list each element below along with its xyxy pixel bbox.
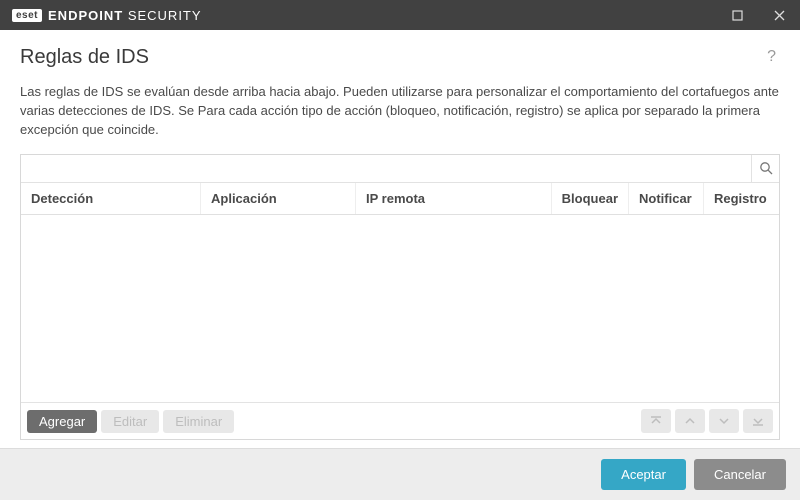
- brand-badge: eset: [12, 9, 42, 22]
- table-body: [21, 215, 779, 402]
- delete-button: Eliminar: [163, 410, 234, 433]
- move-bottom-button: [743, 409, 773, 433]
- col-ip-remota[interactable]: IP remota: [356, 183, 552, 214]
- close-icon: [774, 10, 785, 21]
- search-row: [21, 155, 779, 183]
- content-area: Reglas de IDS ? Las reglas de IDS se eva…: [0, 30, 800, 448]
- accept-button[interactable]: Aceptar: [601, 459, 686, 490]
- add-button[interactable]: Agregar: [27, 410, 97, 433]
- col-deteccion[interactable]: Detección: [21, 183, 201, 214]
- brand-name-light: SECURITY: [128, 8, 202, 23]
- move-top-icon: [650, 415, 662, 427]
- brand-name: ENDPOINT SECURITY: [48, 8, 202, 23]
- cancel-button[interactable]: Cancelar: [694, 459, 786, 490]
- move-up-button: [675, 409, 705, 433]
- panel-actions: Agregar Editar Eliminar: [21, 402, 779, 439]
- maximize-icon: [732, 10, 743, 21]
- rules-panel: Detección Aplicación IP remota Bloquear …: [20, 154, 780, 440]
- dialog-footer: Aceptar Cancelar: [0, 448, 800, 500]
- col-aplicacion[interactable]: Aplicación: [201, 183, 356, 214]
- search-input[interactable]: [21, 155, 751, 182]
- col-notificar[interactable]: Notificar: [629, 183, 704, 214]
- brand-name-bold: ENDPOINT: [48, 8, 123, 23]
- help-icon[interactable]: ?: [763, 46, 780, 68]
- titlebar: eset ENDPOINT SECURITY: [0, 0, 800, 30]
- page-title: Reglas de IDS: [20, 46, 763, 69]
- search-icon: [759, 161, 773, 175]
- table-header: Detección Aplicación IP remota Bloquear …: [21, 183, 779, 215]
- move-bottom-icon: [752, 415, 764, 427]
- move-down-button: [709, 409, 739, 433]
- maximize-button[interactable]: [716, 0, 758, 30]
- col-registro[interactable]: Registro: [704, 183, 779, 214]
- edit-button: Editar: [101, 410, 159, 433]
- close-button[interactable]: [758, 0, 800, 30]
- move-up-icon: [684, 415, 696, 427]
- move-top-button: [641, 409, 671, 433]
- move-down-icon: [718, 415, 730, 427]
- page-description: Las reglas de IDS se evalúan desde arrib…: [20, 83, 780, 140]
- search-button[interactable]: [751, 155, 779, 182]
- col-bloquear[interactable]: Bloquear: [552, 183, 629, 214]
